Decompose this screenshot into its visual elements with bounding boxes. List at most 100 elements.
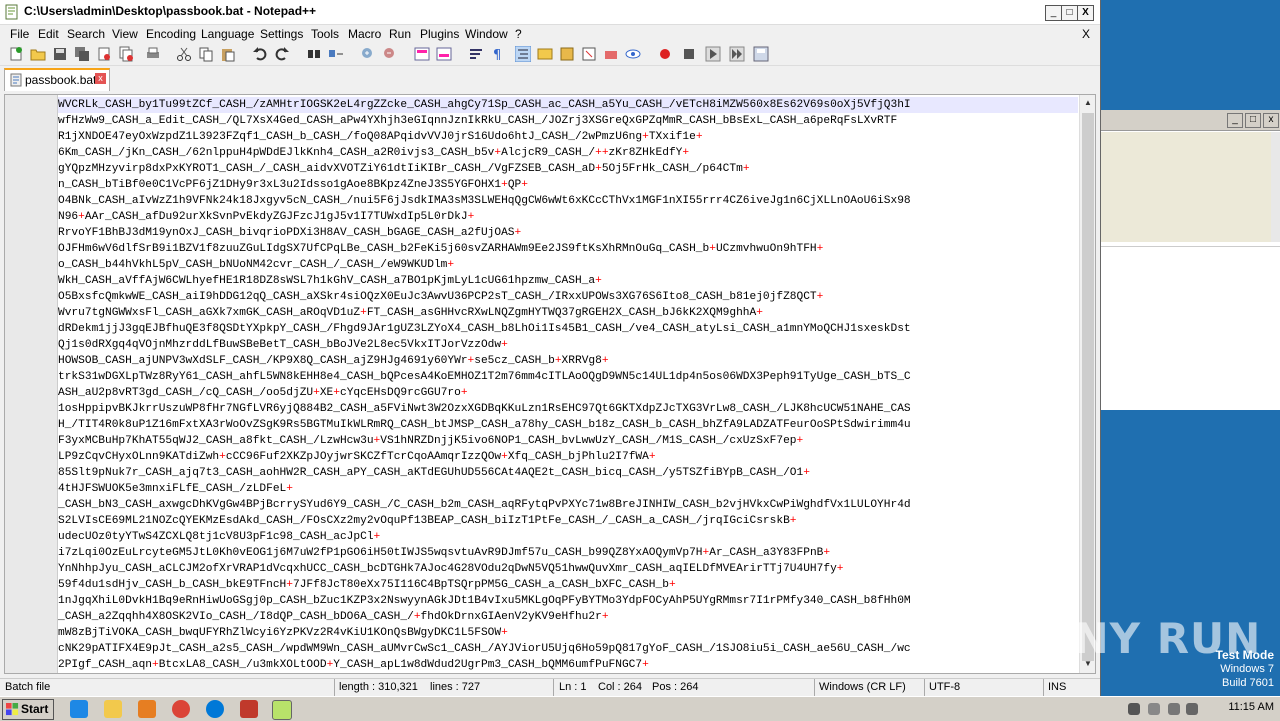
code-line[interactable]: OJFHm6wV6dlfSrB9i1BZV1f8zuuZGuLIdgSX7UfC… xyxy=(58,241,1078,257)
insert-mode[interactable]: INS xyxy=(1048,681,1066,693)
editor-area[interactable]: WVCRLk_CASH_by1Tu99tZCf_CASH_/zAMHtrIOGS… xyxy=(4,94,1096,674)
menu-help[interactable]: ? xyxy=(515,27,522,41)
close-all-icon[interactable] xyxy=(118,46,134,62)
app-grid-icon[interactable] xyxy=(240,700,258,718)
find-icon[interactable] xyxy=(306,46,322,62)
file-explorer-icon[interactable] xyxy=(104,700,122,718)
media-player-icon[interactable] xyxy=(138,700,156,718)
indent-guide-icon[interactable] xyxy=(515,46,531,62)
code-line[interactable]: 1nJgqXhiL0DvkH1Bq9eRnHiwUoGSgj0p_CASH_bZ… xyxy=(58,593,1078,609)
maximize-button[interactable]: □ xyxy=(1061,5,1078,21)
network-tray-icon[interactable] xyxy=(1128,703,1140,715)
menu-plugins[interactable]: Plugins xyxy=(420,27,459,41)
code-line[interactable]: gYQpzMHzyvirp8dxPxKYROT1_CASH_/_CASH_aid… xyxy=(58,161,1078,177)
folder-workspace-icon[interactable] xyxy=(537,46,553,62)
code-line[interactable]: WkH_CASH_aVffAjW6CWLhyefHE1R18DZ8sWSL7h1… xyxy=(58,273,1078,289)
code-line[interactable]: dRDekm1jjJ3gqEJBfhuQE3f8QSDtYXpkpY_CASH_… xyxy=(58,321,1078,337)
code-line[interactable]: O5BxsfcQmkwWE_CASH_aiI9hDDG12qQ_CASH_aXS… xyxy=(58,289,1078,305)
run-macro-multiple-icon[interactable] xyxy=(729,46,745,62)
document-map-icon[interactable] xyxy=(559,46,575,62)
code-line[interactable]: F3yxMCBuHp7KhAT55qWJ2_CASH_a8fkt_CASH_/L… xyxy=(58,433,1078,449)
code-line[interactable]: 4tHJFSWUOK5e3mnxiFLfE_CASH_/zLDFeL+ xyxy=(58,481,1078,497)
code-line[interactable]: Wvru7tgNGWWxsFl_CASH_aGXk7xmGK_CASH_aROq… xyxy=(58,305,1078,321)
code-line[interactable]: 85Slt9pNuk7r_CASH_ajq7t3_CASH_aohHW2R_CA… xyxy=(58,465,1078,481)
code-line[interactable]: wfHzWw9_CASH_a_Edit_CASH_/QL7XsX4Ged_CAS… xyxy=(58,113,1078,129)
code-line[interactable]: ASH_aU2p8vRT3gd_CASH_/cQ_CASH_/oo5djZU+X… xyxy=(58,385,1078,401)
code-line[interactable]: O4BNk_CASH_aIvWzZ1h9VFNk24k18Jxgyv5cN_CA… xyxy=(58,193,1078,209)
code-line[interactable]: YnNhhpJyu_CASH_aCLCJM2ofXrVRAP1dVcqxhUCC… xyxy=(58,561,1078,577)
code-line[interactable]: n_CASH_bTiBf0e0C1VcPF6jZ1DHy9r3xL3u2Idss… xyxy=(58,177,1078,193)
menu-tools[interactable]: Tools xyxy=(311,27,339,41)
flag-tray-icon[interactable] xyxy=(1148,703,1160,715)
close-file-icon[interactable] xyxy=(96,46,112,62)
notepad-plus-plus-taskbar-icon[interactable] xyxy=(272,700,292,720)
encoding[interactable]: UTF-8 xyxy=(929,681,960,693)
save-macro-icon[interactable] xyxy=(753,46,769,62)
show-all-characters-icon[interactable]: ¶ xyxy=(490,46,506,62)
undo-icon[interactable] xyxy=(252,46,268,62)
menu-language[interactable]: Language xyxy=(201,27,254,41)
function-list-icon[interactable] xyxy=(581,46,597,62)
sync-vertical-icon[interactable] xyxy=(414,46,430,62)
sync-horizontal-icon[interactable] xyxy=(436,46,452,62)
code-line[interactable]: mW8zBjTiVOKA_CASH_bwqUFYRhZlWcyi6YzPKVz2… xyxy=(58,625,1078,641)
save-all-icon[interactable] xyxy=(74,46,90,62)
internet-explorer-icon[interactable] xyxy=(70,700,88,718)
code-line[interactable]: Qj1s0dRXgq4qVOjnMhzrddLfBuwSBeBetT_CASH_… xyxy=(58,337,1078,353)
print-icon[interactable] xyxy=(145,46,161,62)
code-line[interactable]: R1jXNDOE47eyOxWzpdZ1L3923FZqf1_CASH_b_CA… xyxy=(58,129,1078,145)
code-line[interactable]: _CASH_a2Zqqhh4X8OSK2VIo_CASH_/I8dQP_CASH… xyxy=(58,609,1078,625)
code-line[interactable]: 6Km_CASH_/jKn_CASH_/62nlppuH4pWDdEJlkKnh… xyxy=(58,145,1078,161)
monitor-tray-icon[interactable] xyxy=(1168,703,1180,715)
minimize-button[interactable]: _ xyxy=(1045,5,1062,21)
menu-settings[interactable]: Settings xyxy=(260,27,303,41)
code-line[interactable]: N96+AAr_CASH_afDu92urXkSvnPvEkdyZGJFzcJ1… xyxy=(58,209,1078,225)
code-line[interactable]: 1osHppipvBKJkrrUszuWP8fHr7NGfLVR6yjQ884B… xyxy=(58,401,1078,417)
menu-macro[interactable]: Macro xyxy=(348,27,381,41)
copy-icon[interactable] xyxy=(198,46,214,62)
chrome-icon[interactable] xyxy=(172,700,190,718)
record-macro-icon[interactable] xyxy=(657,46,673,62)
folder-as-workspace-icon[interactable] xyxy=(603,46,619,62)
code-line[interactable]: WVCRLk_CASH_by1Tu99tZCf_CASH_/zAMHtrIOGS… xyxy=(58,97,1078,113)
code-line[interactable]: HOWSOB_CASH_ajUNPV3wXdSLF_CASH_/KP9X8Q_C… xyxy=(58,353,1078,369)
menu-file[interactable]: File xyxy=(10,27,29,41)
menu-run[interactable]: Run xyxy=(389,27,411,41)
tab-close-icon[interactable]: x xyxy=(95,73,106,84)
volume-tray-icon[interactable] xyxy=(1186,703,1198,715)
stop-recording-icon[interactable] xyxy=(681,46,697,62)
code-line[interactable]: _CASH_bN3_CASH_axwgcDhKVgGw4BPjBcrrySYud… xyxy=(58,497,1078,513)
vertical-scrollbar[interactable]: ▲ ▼ xyxy=(1079,95,1095,673)
code-line[interactable]: H_/TIT4R0k8uP1Z16mFxtXA3rWoOvZSgK9Rs5BGT… xyxy=(58,417,1078,433)
code-line[interactable]: RrvoYF1BhBJ3dM19ynOxJ_CASH_bivqrioPDXi3H… xyxy=(58,225,1078,241)
monitoring-icon[interactable] xyxy=(625,46,641,62)
code-line[interactable]: o_CASH_b44hVkhL5pV_CASH_bNUoNM42cvr_CASH… xyxy=(58,257,1078,273)
menu-encoding[interactable]: Encoding xyxy=(146,27,196,41)
code-line[interactable]: 59f4du1sdHjv_CASH_b_CASH_bkE9TFncH+7JFf8… xyxy=(58,577,1078,593)
paste-icon[interactable] xyxy=(220,46,236,62)
code-line[interactable]: LP9zCqvCHyxOLnn9KATdiZwh+cCC96Fuf2XKZpJO… xyxy=(58,449,1078,465)
cut-icon[interactable] xyxy=(176,46,192,62)
start-button[interactable]: Start xyxy=(2,699,54,720)
menu-close-document[interactable]: X xyxy=(1082,27,1090,41)
menu-view[interactable]: View xyxy=(112,27,138,41)
zoom-in-icon[interactable] xyxy=(360,46,376,62)
menu-edit[interactable]: Edit xyxy=(38,27,59,41)
tab-passbook-bat[interactable]: passbook.bat x xyxy=(4,68,110,91)
code-line[interactable]: cNK29pATIFX4E9pJt_CASH_a2s5_CASH_/wpdWM9… xyxy=(58,641,1078,657)
scroll-thumb[interactable] xyxy=(1082,113,1094,661)
code-line[interactable]: S2LVIsCE69ML21NOZcQYEKMzEsdAkd_CASH_/FOs… xyxy=(58,513,1078,529)
menu-window[interactable]: Window xyxy=(465,27,508,41)
zoom-out-icon[interactable] xyxy=(382,46,398,62)
redo-icon[interactable] xyxy=(274,46,290,62)
save-icon[interactable] xyxy=(52,46,68,62)
code-line[interactable]: 2PIgf_CASH_aqn+BtcxLA8_CASH_/u3mkXOLtOOD… xyxy=(58,657,1078,673)
code-text[interactable]: WVCRLk_CASH_by1Tu99tZCf_CASH_/zAMHtrIOGS… xyxy=(58,97,1078,673)
code-line[interactable]: trkS31wDGXLpTWz8RyY61_CASH_ahfL5WN8kEHH8… xyxy=(58,369,1078,385)
code-line[interactable]: udecUOz0tyYTwS4ZCXLQ8tj1cV8U3pF1c98_CASH… xyxy=(58,529,1078,545)
line-ending[interactable]: Windows (CR LF) xyxy=(819,681,906,693)
close-button[interactable]: X xyxy=(1077,5,1094,21)
menu-search[interactable]: Search xyxy=(67,27,105,41)
code-line[interactable]: i7zLqi0OzEuLrcyteGM5JtL0Kh0vEOG1j6M7uW2f… xyxy=(58,545,1078,561)
new-file-icon[interactable] xyxy=(8,46,24,62)
